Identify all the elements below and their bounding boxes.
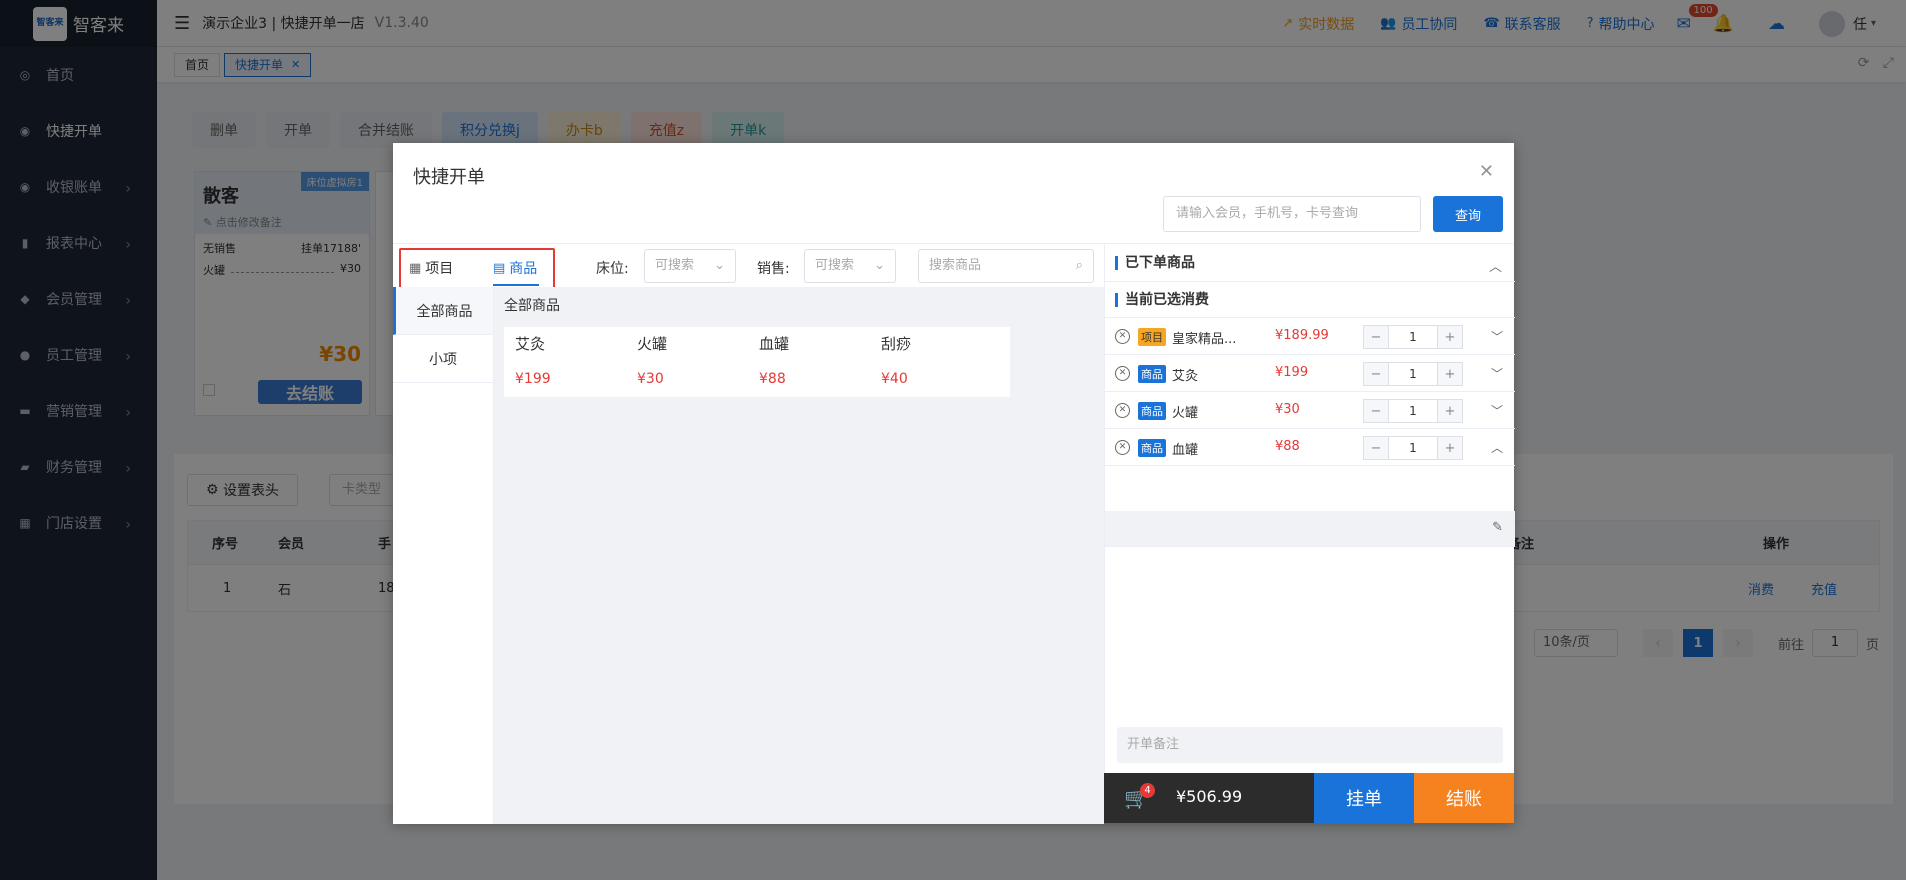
edit-icon[interactable]: ✎ xyxy=(1492,520,1503,535)
dialog-title: 快捷开单 xyxy=(413,167,485,188)
item-price: ¥88 xyxy=(1275,439,1300,454)
remove-icon[interactable]: ✕ xyxy=(1115,329,1130,344)
remove-icon[interactable]: ✕ xyxy=(1115,366,1130,381)
goods-card[interactable]: 火罐 ¥30 xyxy=(626,327,766,397)
category-list: 全部商品 小项 xyxy=(393,287,494,824)
checkout-bar: 🛒 4 ¥506.99 挂单 结账 xyxy=(1104,773,1514,823)
goods-toolbar: ▦ 项目 ▤ 商品 床位: 可搜索 ⌄ 销售: 可搜索 ⌄ 搜索商品 ⌕ xyxy=(393,244,1104,292)
category-item[interactable]: 全部商品 xyxy=(393,287,493,335)
goods-header: 全部商品 xyxy=(504,298,560,314)
goods-name: 血罐 xyxy=(759,335,790,353)
checkout-button[interactable]: 结账 xyxy=(1414,773,1514,823)
quick-order-dialog: 快捷开单 ✕ 请输入会员，手机号，卡号查询 查询 ▦ 项目 ▤ 商品 床位: 可搜索… xyxy=(393,143,1515,824)
goods-card[interactable]: 血罐 ¥88 xyxy=(748,327,888,397)
goods-price: ¥40 xyxy=(881,371,908,387)
quantity-input[interactable]: 1 xyxy=(1388,400,1438,422)
segment-goods[interactable]: ▤ 商品 xyxy=(493,258,537,278)
close-icon[interactable]: ✕ xyxy=(1479,161,1494,182)
goods-search-placeholder: 搜索商品 xyxy=(929,258,982,273)
plus-button[interactable]: + xyxy=(1438,437,1462,459)
quantity-input[interactable]: 1 xyxy=(1388,437,1438,459)
quantity-stepper: −1 + xyxy=(1363,399,1463,423)
sales-select[interactable]: 可搜索 ⌄ xyxy=(804,249,896,283)
item-price: ¥199 xyxy=(1275,365,1309,380)
item-type-badge: 商品 xyxy=(1138,365,1166,383)
chevron-down-icon[interactable]: ﹀ xyxy=(1491,402,1503,419)
segment-underline xyxy=(493,284,539,286)
cart-summary[interactable]: 🛒 4 ¥506.99 xyxy=(1104,773,1314,823)
quantity-stepper: −1 + xyxy=(1363,436,1463,460)
goods-price: ¥199 xyxy=(515,371,551,387)
item-name: 艾灸 xyxy=(1172,369,1199,384)
plus-button[interactable]: + xyxy=(1438,363,1462,385)
order-pane: 已下单商品 ︿ 当前已选消费 ✕ 项目 皇家精品... ¥189.99−1 + ﹀ ✕ 商品艾… xyxy=(1104,243,1515,823)
bed-label: 床位: xyxy=(596,261,629,277)
segment-label: 商品 xyxy=(509,261,538,277)
quantity-stepper: −1 + xyxy=(1363,325,1463,349)
order-item-row: ✕ 商品 火罐 ¥30 −1 + ﹀ xyxy=(1105,392,1515,429)
order-remark-input[interactable]: 开单备注 xyxy=(1117,727,1503,763)
item-type-badge: 项目 xyxy=(1138,328,1166,346)
goods-price: ¥88 xyxy=(759,371,786,387)
divider xyxy=(1105,281,1515,282)
item-type-badge: 商品 xyxy=(1138,439,1166,457)
item-type-badge: 商品 xyxy=(1138,402,1166,420)
goods-name: 刮痧 xyxy=(881,335,912,353)
quantity-stepper: −1 + xyxy=(1363,362,1463,386)
segment-label: 项目 xyxy=(425,261,454,277)
chevron-down-icon: ⌄ xyxy=(714,258,725,273)
goods-name: 火罐 xyxy=(637,335,668,353)
goods-price: ¥30 xyxy=(637,371,664,387)
goods-card[interactable]: 艾灸 ¥199 xyxy=(504,327,644,397)
item-name: 皇家精品... xyxy=(1172,332,1237,347)
remove-icon[interactable]: ✕ xyxy=(1115,440,1130,455)
sales-placeholder: 可搜索 xyxy=(815,258,855,273)
item-name: 血罐 xyxy=(1172,443,1199,458)
sales-label: 销售: xyxy=(757,261,790,277)
goods-grid: 全部商品 艾灸 ¥199 火罐 ¥30 血罐 ¥88 刮痧 ¥40 xyxy=(494,287,1104,824)
item-price: ¥189.99 xyxy=(1275,328,1329,343)
plus-button[interactable]: + xyxy=(1438,326,1462,348)
minus-button[interactable]: − xyxy=(1364,363,1388,385)
minus-button[interactable]: − xyxy=(1364,400,1388,422)
cart-count-badge: 4 xyxy=(1140,783,1155,798)
member-search-input[interactable]: 请输入会员，手机号，卡号查询 xyxy=(1163,196,1421,232)
plus-button[interactable]: + xyxy=(1438,400,1462,422)
goods-card[interactable]: 刮痧 ¥40 xyxy=(870,327,1010,397)
cart-total: ¥506.99 xyxy=(1176,787,1243,806)
goods-search-input[interactable]: 搜索商品 ⌕ xyxy=(918,249,1094,283)
quantity-input[interactable]: 1 xyxy=(1388,326,1438,348)
item-note-bar[interactable]: ✎ xyxy=(1105,511,1515,547)
goods-icon: ▤ xyxy=(493,260,506,276)
order-item-row: ✕ 商品 血罐 ¥88 −1 + ︿ xyxy=(1105,429,1515,466)
bed-placeholder: 可搜索 xyxy=(655,258,695,273)
ordered-title: 已下单商品 xyxy=(1115,256,1195,270)
order-item-row: ✕ 项目 皇家精品... ¥189.99 −1 + ﹀ xyxy=(1105,318,1515,355)
current-title: 当前已选消费 xyxy=(1115,293,1209,307)
chevron-down-icon[interactable]: ﹀ xyxy=(1491,365,1503,382)
grid-icon: ▦ xyxy=(409,260,422,276)
order-item-row: ✕ 商品 艾灸 ¥199 −1 + ﹀ xyxy=(1105,355,1515,392)
chevron-down-icon[interactable]: ﹀ xyxy=(1491,328,1503,345)
hang-order-button[interactable]: 挂单 xyxy=(1314,773,1414,823)
item-name: 火罐 xyxy=(1172,406,1199,421)
chevron-up-icon[interactable]: ︿ xyxy=(1491,439,1503,456)
remove-icon[interactable]: ✕ xyxy=(1115,403,1130,418)
search-icon: ⌕ xyxy=(1075,258,1083,273)
quantity-input[interactable]: 1 xyxy=(1388,363,1438,385)
goods-pane: ▦ 项目 ▤ 商品 床位: 可搜索 ⌄ 销售: 可搜索 ⌄ 搜索商品 ⌕ 全部商品 小项 全… xyxy=(393,243,1104,824)
item-price: ¥30 xyxy=(1275,402,1300,417)
chevron-up-icon[interactable]: ︿ xyxy=(1489,256,1502,275)
minus-button[interactable]: − xyxy=(1364,437,1388,459)
goods-name: 艾灸 xyxy=(515,335,546,353)
bed-select[interactable]: 可搜索 ⌄ xyxy=(644,249,736,283)
chevron-down-icon: ⌄ xyxy=(874,258,885,273)
query-button[interactable]: 查询 xyxy=(1433,196,1503,232)
segment-project[interactable]: ▦ 项目 xyxy=(409,258,453,278)
minus-button[interactable]: − xyxy=(1364,326,1388,348)
category-item[interactable]: 小项 xyxy=(393,335,493,383)
